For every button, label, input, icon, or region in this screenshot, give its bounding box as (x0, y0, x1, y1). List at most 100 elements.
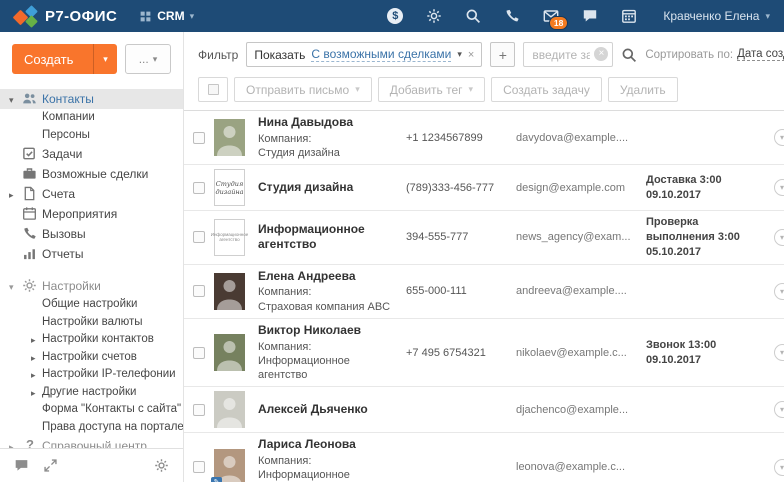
contact-row[interactable]: Студия дизайнаСтудия дизайна(789)333-456… (184, 165, 784, 211)
chevron-down-icon[interactable]: ▾ (9, 280, 19, 294)
filter-value-link[interactable]: С возможными сделками (311, 47, 451, 62)
sidebar-subitem-label: Компании (42, 111, 95, 123)
contact-row[interactable]: Информационное агентствоИнформационное а… (184, 211, 784, 265)
contact-name[interactable]: Виктор Николаев (258, 323, 396, 339)
contact-name[interactable]: Информационное агентство (258, 222, 396, 253)
contacts-icon (22, 91, 38, 107)
row-checkbox[interactable] (193, 404, 205, 416)
sidebar-subitem[interactable]: ▸Настройки счетов (0, 349, 183, 367)
toolbar-button[interactable]: Добавить тег▾ (378, 77, 485, 102)
sort-value-link[interactable]: Дата создания (737, 48, 784, 61)
sidebar-item-2[interactable]: Возможные сделки (0, 164, 183, 184)
chevron-right-icon[interactable]: ▸ (31, 387, 41, 401)
chat-icon[interactable] (14, 458, 29, 473)
toolbar-button[interactable]: Удалить (608, 77, 678, 102)
sidebar-subitem[interactable]: Права доступа на портале (0, 419, 183, 437)
sidebar-item-1[interactable]: Задачи (0, 144, 183, 164)
row-checkbox[interactable] (193, 285, 205, 297)
row-menu-button[interactable]: ▾ (774, 179, 784, 196)
contact-company: Компания: Студия дизайна (258, 132, 396, 161)
sidebar-subitem[interactable]: Общие настройки (0, 296, 183, 314)
mail-icon[interactable]: 18 (543, 8, 559, 24)
sidebar-item-4[interactable]: Мероприятия (0, 204, 183, 224)
contact-row[interactable]: ✎Лариса ЛеоноваКомпания: Информационное … (184, 433, 784, 482)
contact-name[interactable]: Нина Давыдова (258, 115, 396, 131)
sidebar-subitem[interactable]: Форма "Контакты с сайта" (0, 401, 183, 419)
sidebar-subitem-label: Общие настройки (42, 298, 137, 310)
contact-phone: +7 495 6754321 (406, 347, 516, 359)
select-all-checkbox[interactable] (198, 77, 228, 102)
chat-icon[interactable] (582, 8, 598, 24)
task-title: Проверка выполнения 3:00 (646, 215, 758, 245)
sidebar-subitem[interactable]: Компании (0, 109, 183, 127)
expand-icon[interactable] (43, 458, 58, 473)
contact-row[interactable]: Нина ДавыдоваКомпания: Студия дизайна+1 … (184, 111, 784, 165)
sidebar-subitem[interactable]: Настройки валюты (0, 314, 183, 332)
reports-icon (22, 246, 38, 262)
add-filter-button[interactable]: + (490, 42, 515, 67)
contact-name[interactable]: Лариса Леонова (258, 437, 396, 453)
row-checkbox[interactable] (193, 461, 205, 473)
chevron-down-icon[interactable]: ▾ (457, 50, 462, 59)
task-date: 09.10.2017 (646, 353, 758, 368)
contact-name[interactable]: Студия дизайна (258, 180, 396, 196)
row-menu-button[interactable]: ▾ (774, 129, 784, 146)
sidebar-subitem[interactable]: ▸Настройки IP-телефонии (0, 366, 183, 384)
contact-row[interactable]: Елена АндрееваКомпания: Страховая компан… (184, 265, 784, 319)
toolbar-button-label: Добавить тег (390, 83, 463, 97)
more-actions-button[interactable]: ... ▾ (125, 44, 171, 74)
search-icon[interactable] (621, 47, 637, 63)
toolbar-button-label: Удалить (620, 83, 666, 97)
row-checkbox[interactable] (193, 231, 205, 243)
sidebar-subitem-label: Настройки счетов (42, 351, 137, 363)
chevron-right-icon[interactable]: ▸ (31, 352, 41, 366)
contact-name[interactable]: Елена Андреева (258, 269, 396, 285)
chevron-right-icon[interactable]: ▸ (9, 188, 19, 202)
r7-office-logo[interactable]: Р7-ОФИС (14, 6, 117, 26)
calendar-icon[interactable] (621, 8, 637, 24)
create-dropdown-caret[interactable]: ▾ (93, 44, 117, 74)
module-icon (139, 10, 152, 23)
sidebar-item-6[interactable]: Отчеты (0, 244, 183, 264)
chevron-right-icon[interactable]: ▸ (31, 334, 41, 348)
user-menu[interactable]: Кравченко Елена ▾ (663, 9, 770, 23)
row-checkbox[interactable] (193, 347, 205, 359)
toolbar-button[interactable]: Отправить письмо▾ (234, 77, 372, 102)
row-checkbox[interactable] (193, 182, 205, 194)
row-menu-button[interactable]: ▾ (774, 459, 784, 476)
row-menu-button[interactable]: ▾ (774, 229, 784, 246)
sidebar-item-3[interactable]: ▸Счета (0, 184, 183, 204)
filter-remove-icon[interactable]: × (468, 49, 474, 61)
sidebar-item-5[interactable]: Вызовы (0, 224, 183, 244)
row-menu-button[interactable]: ▾ (774, 283, 784, 300)
contact-row[interactable]: Виктор НиколаевКомпания: Информационное … (184, 319, 784, 387)
app-switcher-crm[interactable]: CRM ▾ (139, 9, 194, 23)
row-menu-button[interactable]: ▾ (774, 344, 784, 361)
contact-phone: (789)333-456-777 (406, 182, 516, 194)
chevron-right-icon[interactable]: ▸ (9, 440, 19, 448)
gear-icon[interactable] (154, 458, 169, 473)
sidebar-item-8[interactable]: ▸?Справочный центр (0, 436, 183, 448)
sidebar-item-7[interactable]: ▾Настройки (0, 276, 183, 296)
chevron-right-icon[interactable]: ▸ (31, 369, 41, 383)
main-panel: Фильтр Показать С возможными сделками ▾ … (184, 32, 784, 482)
search-icon[interactable] (465, 8, 481, 24)
sort-label: Сортировать по: (645, 49, 733, 61)
contact-name[interactable]: Алексей Дьяченко (258, 402, 396, 418)
task-title: Доставка 3:00 (646, 173, 758, 188)
row-checkbox[interactable] (193, 132, 205, 144)
settings-icon[interactable] (426, 8, 442, 24)
sidebar-subitem[interactable]: Персоны (0, 127, 183, 145)
chevron-down-icon[interactable]: ▾ (9, 93, 19, 107)
row-menu-button[interactable]: ▾ (774, 401, 784, 418)
sidebar-item-0[interactable]: ▾Контакты (0, 89, 183, 109)
contact-row[interactable]: Алексей Дьяченкоdjachenco@example...▾ (184, 387, 784, 433)
sidebar-subitem[interactable]: ▸Другие настройки (0, 384, 183, 402)
contact-photo (214, 119, 245, 156)
phone-icon[interactable] (504, 8, 520, 24)
toolbar-button-label: Отправить письмо (246, 83, 349, 97)
create-button[interactable]: Создать ▾ (12, 44, 117, 74)
finance-icon[interactable]: $ (387, 8, 403, 24)
sidebar-subitem[interactable]: ▸Настройки контактов (0, 331, 183, 349)
toolbar-button[interactable]: Создать задачу (491, 77, 602, 102)
